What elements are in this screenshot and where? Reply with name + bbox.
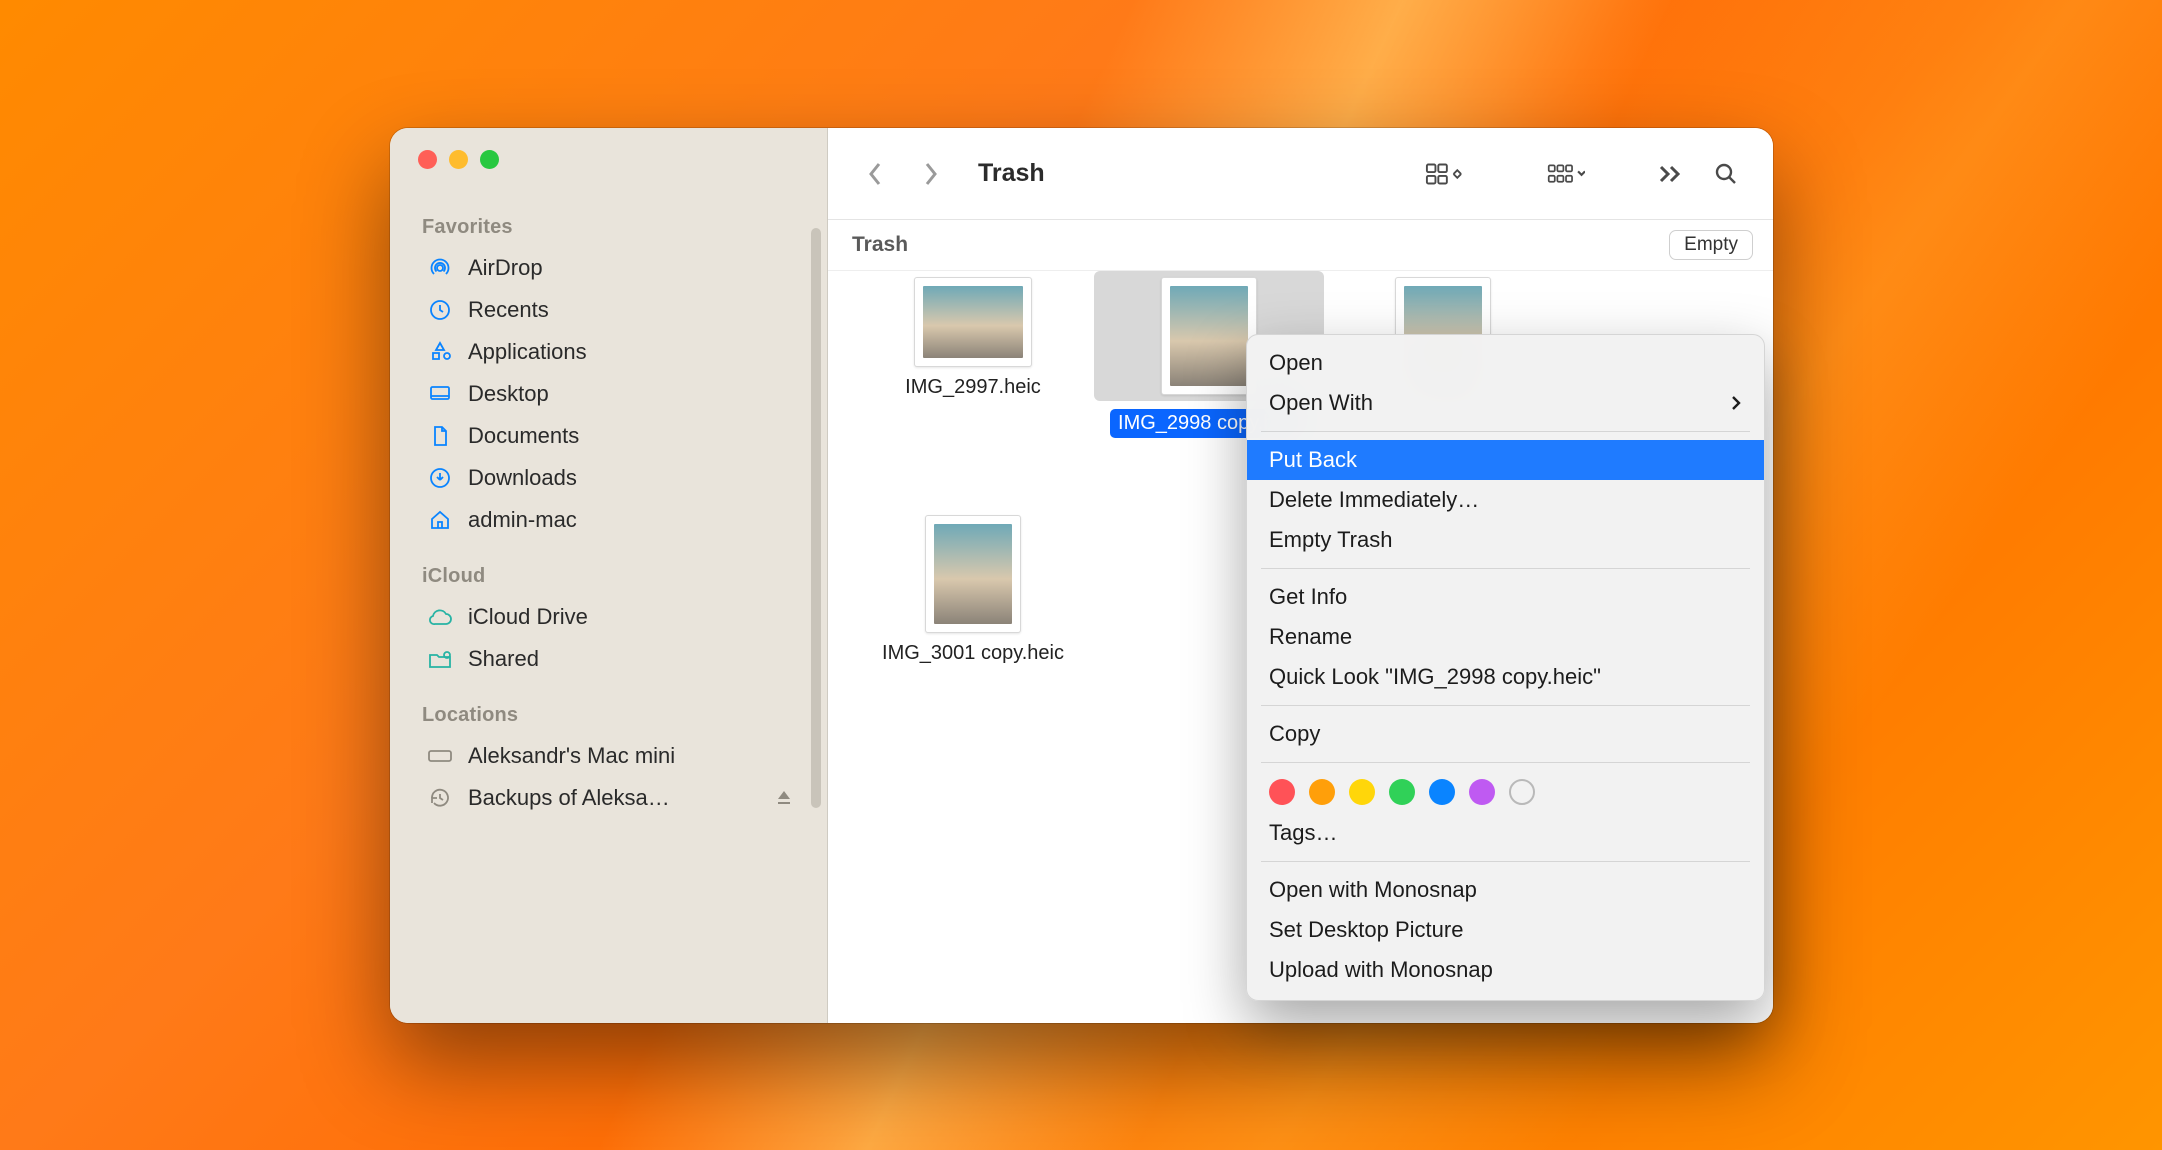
location-label: Trash [852,233,908,257]
sidebar-item-home[interactable]: admin-mac [420,499,827,541]
shared-folder-icon [426,645,454,673]
sidebar-item-desktop[interactable]: Desktop [420,373,827,415]
nav-forward-button[interactable] [912,154,950,194]
apps-icon [426,338,454,366]
sidebar-scrollbar[interactable] [811,228,821,808]
sidebar-item-backups[interactable]: Backups of Aleksa… [420,777,827,819]
menu-item-upload-monosnap[interactable]: Upload with Monosnap [1247,950,1764,990]
sidebar-item-label: Downloads [468,465,577,491]
file-thumbnail [1161,277,1257,395]
sidebar-item-label: Documents [468,423,579,449]
sidebar-item-airdrop[interactable]: AirDrop [420,247,827,289]
sidebar-item-icloud-drive[interactable]: iCloud Drive [420,596,827,638]
toolbar: Trash [828,128,1773,220]
menu-item-put-back[interactable]: Put Back [1247,440,1764,480]
home-icon [426,506,454,534]
file-name: IMG_3001 copy.heic [858,641,1088,666]
sidebar-item-label: Recents [468,297,549,323]
menu-item-get-info[interactable]: Get Info [1247,577,1764,617]
sidebar-item-mac-mini[interactable]: Aleksandr's Mac mini [420,735,827,777]
menu-separator [1261,705,1750,706]
tag-yellow[interactable] [1349,779,1375,805]
menu-item-empty-trash[interactable]: Empty Trash [1247,520,1764,560]
sidebar-item-documents[interactable]: Documents [420,415,827,457]
group-button[interactable] [1547,154,1585,194]
menu-item-quick-look[interactable]: Quick Look "IMG_2998 copy.heic" [1247,657,1764,697]
sidebar-item-label: Backups of Aleksa… [468,785,670,811]
chevron-right-icon [1730,395,1742,411]
toolbar-overflow-button[interactable] [1651,154,1689,194]
menu-separator [1261,762,1750,763]
timemachine-icon [426,784,454,812]
sidebar-heading-icloud: iCloud [422,565,827,588]
sidebar-item-label: Desktop [468,381,549,407]
menu-item-set-desktop[interactable]: Set Desktop Picture [1247,910,1764,950]
empty-trash-button[interactable]: Empty [1669,230,1753,260]
file-thumbnail [914,277,1032,367]
menu-item-open[interactable]: Open [1247,343,1764,383]
doc-icon [426,422,454,450]
window-controls [418,150,499,169]
sidebar-item-applications[interactable]: Applications [420,331,827,373]
sidebar-item-downloads[interactable]: Downloads [420,457,827,499]
eject-icon[interactable] [775,789,793,807]
finder-window: Favorites AirDrop Recents Applications D… [390,128,1773,1023]
sidebar-item-label: Aleksandr's Mac mini [468,743,675,769]
menu-item-tags[interactable]: Tags… [1247,813,1764,853]
menu-item-copy[interactable]: Copy [1247,714,1764,754]
tag-orange[interactable] [1309,779,1335,805]
file-name: IMG_2997.heic [858,375,1088,400]
tag-none[interactable] [1509,779,1535,805]
sidebar-heading-favorites: Favorites [422,216,827,239]
menu-item-rename[interactable]: Rename [1247,617,1764,657]
maximize-button[interactable] [480,150,499,169]
download-icon [426,464,454,492]
file-item[interactable]: IMG_2997.heic [858,277,1088,400]
sidebar-item-label: Applications [468,339,587,365]
sidebar-heading-locations: Locations [422,704,827,727]
tag-red[interactable] [1269,779,1295,805]
machine-icon [426,742,454,770]
sidebar: Favorites AirDrop Recents Applications D… [390,128,828,1023]
menu-item-delete-immediately[interactable]: Delete Immediately… [1247,480,1764,520]
context-menu: Open Open With Put Back Delete Immediate… [1246,334,1765,1001]
sidebar-item-label: iCloud Drive [468,604,588,630]
tag-blue[interactable] [1429,779,1455,805]
menu-tag-colors [1247,771,1764,813]
nav-back-button[interactable] [856,154,894,194]
sidebar-item-label: AirDrop [468,255,543,281]
close-button[interactable] [418,150,437,169]
file-item[interactable]: IMG_3001 copy.heic [858,515,1088,666]
desktop-icon [426,380,454,408]
menu-separator [1261,861,1750,862]
cloud-icon [426,603,454,631]
sidebar-item-label: Shared [468,646,539,672]
minimize-button[interactable] [449,150,468,169]
location-bar: Trash Empty [828,220,1773,271]
menu-separator [1261,568,1750,569]
menu-separator [1261,431,1750,432]
menu-item-open-monosnap[interactable]: Open with Monosnap [1247,870,1764,910]
tag-green[interactable] [1389,779,1415,805]
sidebar-item-label: admin-mac [468,507,577,533]
file-thumbnail [925,515,1021,633]
menu-item-open-with[interactable]: Open With [1247,383,1764,423]
tag-purple[interactable] [1469,779,1495,805]
airdrop-icon [426,254,454,282]
sidebar-item-recents[interactable]: Recents [420,289,827,331]
clock-icon [426,296,454,324]
search-button[interactable] [1707,154,1745,194]
sidebar-item-shared[interactable]: Shared [420,638,827,680]
window-title: Trash [978,159,1045,188]
view-mode-button[interactable] [1425,154,1463,194]
